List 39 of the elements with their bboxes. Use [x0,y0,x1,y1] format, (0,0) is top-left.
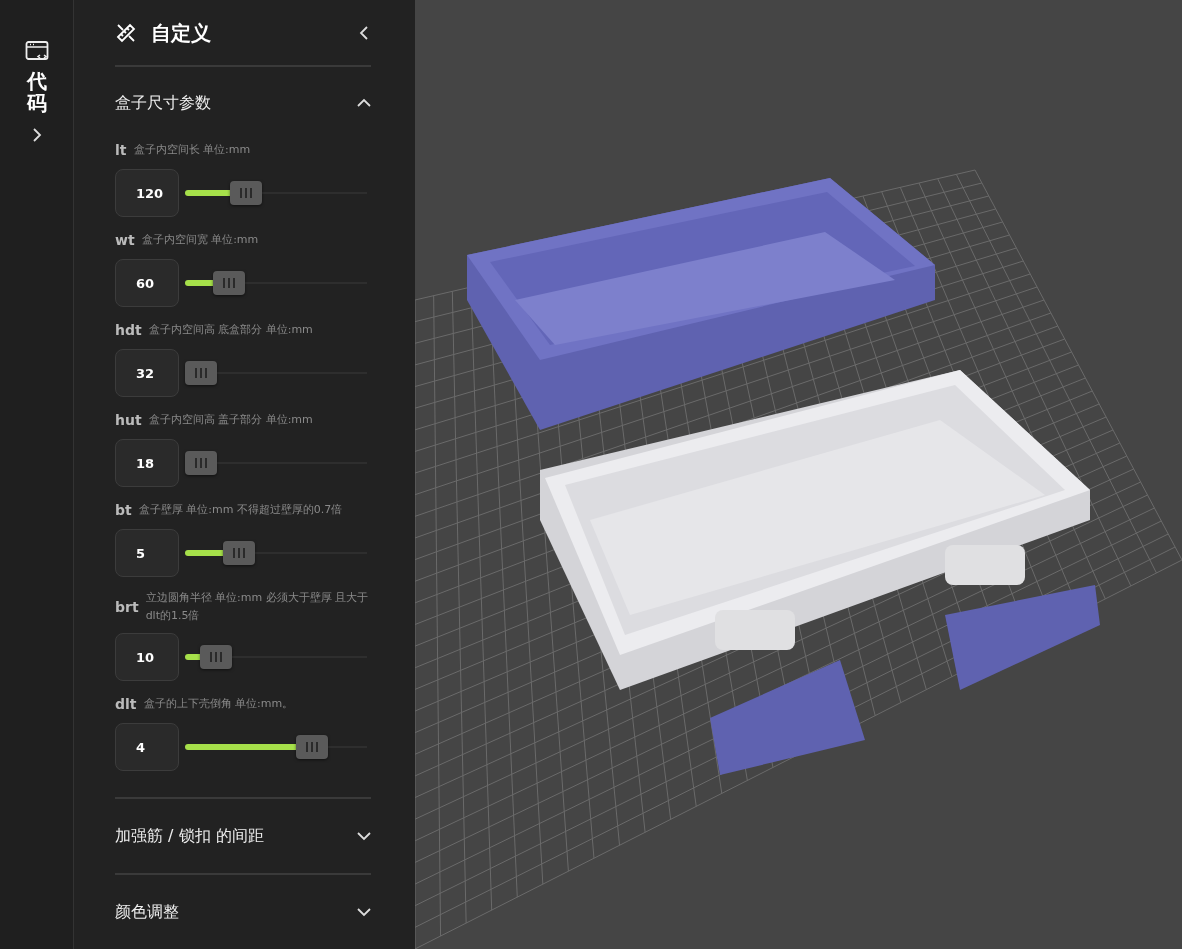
chevron-down-icon [357,829,371,843]
parameter-description: 盒子内空间宽 单位:mm [141,232,259,248]
parameter-description: 盒子的上下壳倒角 单位:mm。 [143,696,294,712]
parameter-name: bt [115,502,132,518]
parameter-name: dlt [115,696,137,712]
chevron-left-icon [357,26,371,40]
slider-thumb[interactable] [185,451,217,475]
parameter-name: brt [115,599,139,615]
section-header[interactable]: 加强筋 / 锁扣 的间距 [115,799,371,873]
panel-title: 自定义 [151,19,212,47]
parameter-description: 立边圆角半径 单位:mm 必须大于壁厚 且大于dlt的1.5倍 [145,590,370,624]
slider-thumb[interactable] [185,361,217,385]
slider-thumb[interactable] [213,271,246,295]
slider-thumb[interactable] [222,541,255,565]
parameter-name: lt [115,142,127,158]
section-header[interactable]: 颜色调整 [115,875,371,949]
parameter-name: hut [115,412,142,428]
section-header[interactable]: 盒子尺寸参数 [115,67,371,139]
value-input[interactable]: 10 [115,633,179,681]
collapse-panel-button[interactable] [357,26,371,40]
value-input[interactable]: 60 [115,259,179,307]
parameter-name: hdt [115,322,142,338]
code-label: 代码 [26,70,47,114]
parameter-description: 盒子壁厚 单位:mm 不得超过壁厚的0.7倍 [138,502,343,518]
ruler-pencil-icon [115,22,137,44]
parameter-description: 盒子内空间高 底盒部分 单位:mm [148,322,313,338]
chevron-down-icon [357,905,371,919]
code-window-icon[interactable] [24,40,49,62]
value-input[interactable]: 32 [115,349,179,397]
value-input[interactable]: 18 [115,439,179,487]
slider-thumb[interactable] [230,181,262,205]
value-input[interactable]: 5 [115,529,179,577]
parameter-description: 盒子内空间长 单位:mm [133,142,251,158]
slider-thumb[interactable] [200,645,232,669]
parameter-name: wt [115,232,135,248]
slider-thumb[interactable] [296,735,328,759]
value-input[interactable]: 4 [115,723,179,771]
parameter-description: 盒子内空间高 盖子部分 单位:mm [148,412,313,428]
value-input[interactable]: 120 [115,169,179,217]
